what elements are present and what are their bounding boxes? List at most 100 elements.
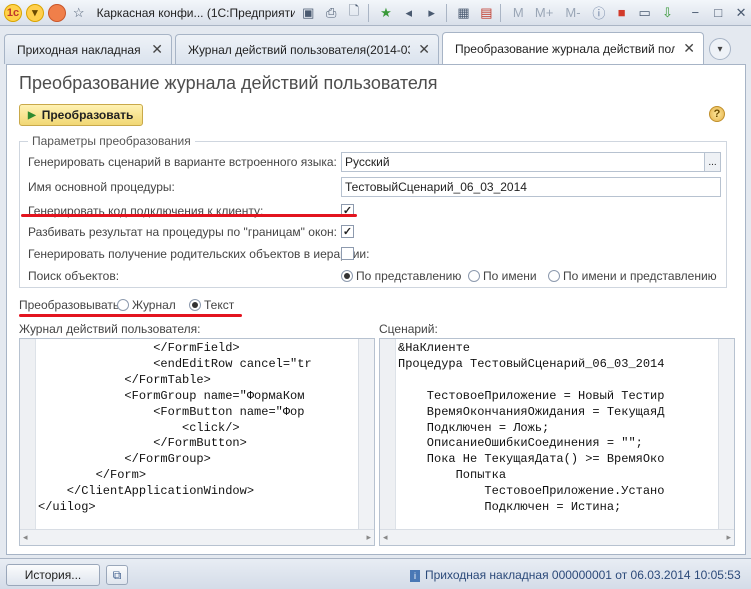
search-option-label: По представлению (356, 269, 462, 283)
close-tab-icon[interactable]: ✕ (151, 41, 163, 58)
memory-button[interactable]: M (508, 3, 528, 23)
calculator-icon[interactable]: ▦ (454, 3, 474, 23)
preview-icon[interactable]: 🗋 (344, 3, 364, 23)
toolbar-separator (445, 3, 447, 22)
procedure-label: Имя основной процедуры: (28, 180, 175, 194)
toolbar-separator (367, 3, 369, 22)
app-logo-icon[interactable]: 1с (4, 3, 22, 22)
parents-label: Генерировать получение родительских объе… (28, 247, 370, 261)
memory-plus-button[interactable]: M+ (531, 3, 557, 23)
convert-button-label: Преобразовать (41, 108, 134, 122)
search-option-label: По имени и представлению (563, 269, 717, 283)
code-line: <FormButton name="Фор (38, 404, 305, 419)
convert-mode-log[interactable]: Журнал (117, 295, 176, 315)
log-editor[interactable]: </FormField> <endEditRow cancel="tr </Fo… (19, 338, 375, 546)
script-panel-label: Сценарий: (379, 322, 438, 336)
search-label: Поиск объектов: (28, 269, 120, 283)
log-panel-label: Журнал действий пользователя: (19, 322, 201, 336)
log-text[interactable]: </FormField> <endEditRow cancel="tr </Fo… (38, 341, 358, 529)
code-line: </uilog> (38, 500, 96, 515)
search-option-representation[interactable]: По представлению (341, 266, 461, 286)
parents-checkbox[interactable] (341, 247, 354, 260)
save-icon[interactable]: ▣ (298, 3, 318, 23)
horizontal-scrollbar[interactable]: ◂ ▸ (20, 529, 374, 545)
record-icon[interactable]: ■ (612, 3, 632, 23)
script-editor[interactable]: &НаКлиенте Процедура ТестовыйСценарий_06_… (379, 338, 735, 546)
horizontal-scrollbar[interactable]: ◂ ▸ (380, 529, 734, 545)
tabs-more-icon[interactable]: ▾ (709, 38, 731, 60)
convert-mode-text[interactable]: Текст (189, 295, 234, 315)
code-line: Попытка (398, 468, 507, 483)
close-tab-icon[interactable]: ✕ (683, 40, 695, 57)
close-icon[interactable]: ✕ (731, 3, 751, 23)
vertical-scrollbar[interactable] (358, 339, 374, 529)
radio-icon (341, 270, 353, 282)
tab-label: Преобразование журнала действий польз... (455, 41, 676, 56)
scroll-right-icon[interactable]: ▸ (726, 532, 731, 543)
window-icon[interactable]: ▭ (635, 3, 655, 23)
page-title: Преобразование журнала действий пользова… (19, 73, 438, 93)
split-checkbox[interactable]: ✓ (341, 225, 354, 238)
menu-dropdown-icon[interactable]: ▾ (25, 3, 44, 22)
line-gutter (380, 339, 396, 529)
radio-icon (548, 270, 560, 282)
history-forward-icon[interactable]: ▸ (422, 3, 442, 23)
client-code-label: Генерировать код подключения к клиенту: (28, 204, 264, 218)
minimize-icon[interactable]: − (685, 3, 705, 23)
tab-transform[interactable]: Преобразование журнала действий польз...… (442, 32, 704, 64)
help-icon[interactable]: ? (709, 106, 725, 122)
memory-minus-button[interactable]: M- (560, 3, 586, 23)
procedure-name-field[interactable]: ТестовыйСценарий_06_03_2014 (341, 177, 721, 197)
back-icon[interactable] (47, 3, 66, 22)
code-line: </FormGroup> (38, 452, 211, 467)
code-line: Подключен = Ложь; (398, 420, 550, 435)
close-tab-icon[interactable]: ✕ (418, 41, 430, 58)
highlight-underline (21, 214, 357, 217)
tab-log[interactable]: Журнал действий пользователя(2014-03-0..… (175, 34, 439, 64)
window-title: Каркасная конфи... (1С:Предприятие) (96, 5, 296, 20)
code-line: </Form> (38, 468, 147, 483)
favorites-add-icon[interactable]: ★ (376, 3, 396, 23)
info-icon: i (410, 570, 420, 582)
convert-mode-option-label: Текст (204, 298, 235, 312)
calendar-icon[interactable]: ▤ (476, 3, 496, 23)
language-field[interactable]: Русский ... (341, 152, 721, 172)
code-line: Подключен = Истина; (398, 500, 622, 515)
split-label: Разбивать результат на процедуры по "гра… (28, 225, 337, 239)
procedure-name-value: ТестовыйСценарий_06_03_2014 (345, 180, 527, 194)
search-option-name[interactable]: По имени (468, 266, 537, 286)
language-value: Русский (345, 155, 390, 169)
info-icon[interactable]: ⓘ (589, 3, 609, 23)
download-icon[interactable]: ⇩ (658, 3, 678, 23)
maximize-icon[interactable]: □ (708, 3, 728, 23)
favorite-star-icon[interactable]: ☆ (69, 3, 89, 23)
search-option-name-and-representation[interactable]: По имени и представлению (548, 266, 717, 286)
tab-prihodnaya[interactable]: Приходная накладная ✕ (4, 34, 172, 64)
history-button[interactable]: История... (6, 564, 100, 586)
code-line: </FormButton> (38, 436, 247, 451)
choose-button[interactable]: ... (704, 153, 720, 171)
print-icon[interactable]: ⎙ (321, 3, 341, 23)
scroll-left-icon[interactable]: ◂ (23, 532, 28, 543)
code-line: <FormGroup name="ФормаКом (38, 388, 305, 403)
status-message[interactable]: i Приходная накладная 000000001 от 06.03.… (410, 568, 741, 582)
connections-icon[interactable]: ⧉ (106, 565, 128, 585)
line-gutter (20, 339, 36, 529)
form-panel: Преобразование журнала действий пользова… (6, 64, 746, 555)
highlight-underline (19, 314, 242, 317)
code-line: Пока Не ТекущаяДата() >= ВремяОко (398, 452, 665, 467)
convert-mode-option-label: Журнал (132, 298, 176, 312)
script-text[interactable]: &НаКлиенте Процедура ТестовыйСценарий_06_… (398, 341, 718, 529)
radio-icon (117, 299, 129, 311)
code-line: Процедура ТестовыйСценарий_06_03_2014 (398, 356, 665, 371)
search-option-label: По имени (483, 269, 537, 283)
params-legend: Параметры преобразования (28, 134, 195, 148)
status-message-text: Приходная накладная 000000001 от 06.03.2… (425, 568, 741, 582)
convert-button[interactable]: ▶ Преобразовать (19, 104, 143, 126)
vertical-scrollbar[interactable] (718, 339, 734, 529)
status-bar: История... ⧉ i Приходная накладная 000000… (0, 558, 751, 589)
scroll-left-icon[interactable]: ◂ (383, 532, 388, 543)
scroll-right-icon[interactable]: ▸ (366, 532, 371, 543)
history-back-icon[interactable]: ◂ (399, 3, 419, 23)
code-line: ТестовоеПриложение.Устано (398, 484, 665, 499)
